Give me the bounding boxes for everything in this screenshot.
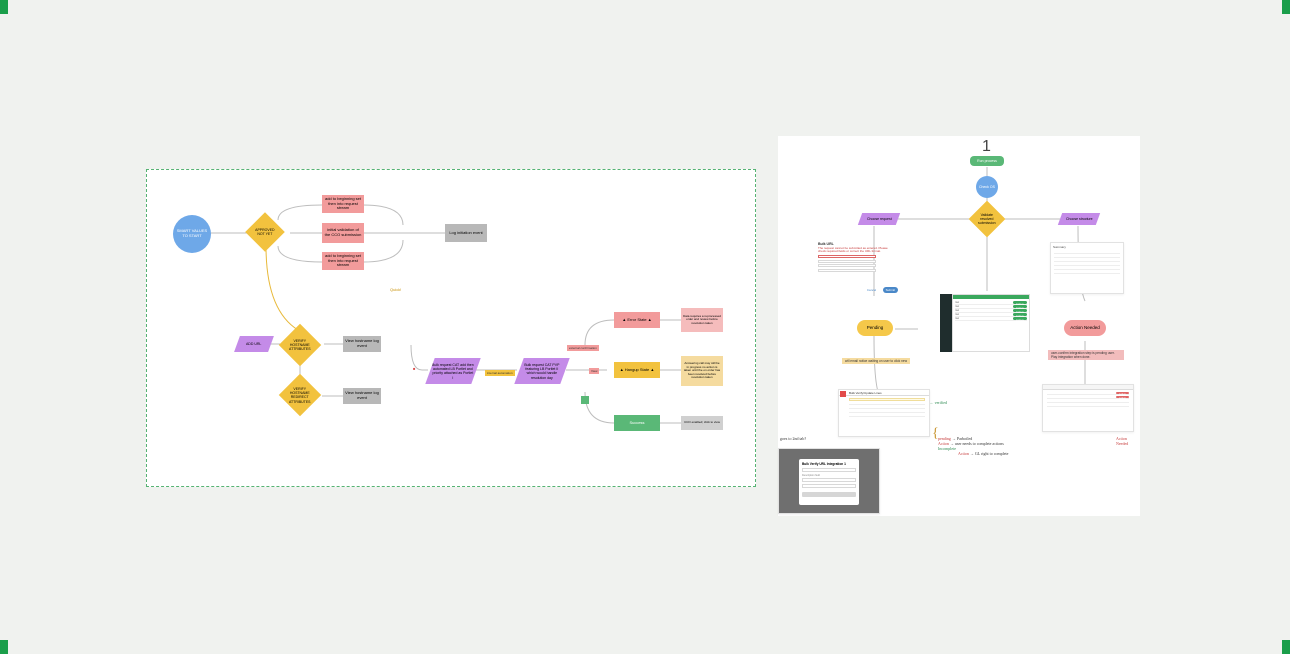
hand-goes-to: goes to 2nd tab? bbox=[780, 436, 806, 441]
process-pink-2[interactable]: initial validation of the CCO submission bbox=[322, 223, 364, 243]
form-field-2 bbox=[818, 260, 876, 263]
check-os[interactable]: Check OS bbox=[976, 176, 998, 198]
form-field-4 bbox=[818, 269, 876, 272]
state-pending[interactable]: Pending bbox=[857, 320, 893, 336]
process-grey-mid2[interactable]: View hostname log event bbox=[343, 388, 381, 404]
state-success[interactable]: Success bbox=[614, 415, 660, 431]
run-process[interactable]: Run process bbox=[970, 156, 1004, 166]
form-screenshot-left: Bulk URL The request cannot be submitted… bbox=[818, 242, 908, 300]
table-screenshot-center: rowActive rowActive rowActive rowActive … bbox=[952, 294, 1030, 352]
io-sendcat-1[interactable]: Bulk request CAT add then automated LB P… bbox=[425, 358, 480, 384]
decision-hostname[interactable]: VERIFY HOSTNAME ATTRIBUTES bbox=[279, 324, 321, 366]
page-accent-tr bbox=[1282, 0, 1290, 14]
table-screenshot-lowerright: Action Action bbox=[1042, 384, 1134, 432]
hand-action-def: → user needs to complete actions bbox=[950, 441, 1004, 446]
form-error-text: The request cannot be submitted as enter… bbox=[818, 247, 888, 254]
io-choose-right[interactable]: Choose structure bbox=[1058, 213, 1100, 225]
list-screenshot-right: Summary bbox=[1050, 242, 1124, 294]
note-hangup: Answering call may still be in progress … bbox=[681, 356, 723, 386]
process-grey-top[interactable]: Log initiation event bbox=[445, 224, 487, 242]
hand-action2-def: → GL right to complete bbox=[970, 451, 1009, 456]
io-sendcat-2[interactable]: Bulk request CAT PVP featuring LB Portle… bbox=[514, 358, 569, 384]
page-accent-tl bbox=[0, 0, 8, 14]
flowchart-left[interactable]: SMART VALUES TO START APPROVED NOT YET a… bbox=[146, 169, 756, 487]
form-title: Bulk URL bbox=[818, 242, 908, 246]
yellow-inline-note: will email notice waiting on user to cli… bbox=[842, 358, 910, 364]
flowchart-right[interactable]: 1 Run process Check OS Choose request Va… bbox=[778, 136, 1140, 516]
edge-label-quick: Quick! bbox=[390, 287, 401, 292]
io-add-url[interactable]: ADD URL bbox=[234, 336, 274, 352]
decision-approved-label: APPROVED NOT YET bbox=[253, 228, 277, 236]
decision-redirect[interactable]: VERIFY HOSTNAME REDIRECT ATTRIBUTES bbox=[279, 374, 321, 416]
table-screenshot-lowerleft: Bulk Verify/Update Lines ← verified bbox=[838, 389, 930, 437]
table-sidebar bbox=[940, 294, 952, 352]
hand-bracket: { bbox=[932, 426, 939, 441]
start-node[interactable]: SMART VALUES TO START bbox=[173, 215, 211, 253]
state-action-needed[interactable]: Action Needed bbox=[1064, 320, 1106, 336]
hand-inc-label: Incomplete bbox=[938, 446, 956, 451]
modal-title: Bulk Verify URL Integration 1 bbox=[802, 462, 856, 466]
io-choose-left[interactable]: Choose request bbox=[858, 213, 900, 225]
start-label: SMART VALUES TO START bbox=[175, 229, 209, 239]
small-green-box bbox=[581, 396, 589, 404]
decision-approved[interactable]: APPROVED NOT YET bbox=[245, 212, 285, 252]
note-success: CCO enabled; click to view bbox=[681, 416, 723, 430]
page-accent-br bbox=[1282, 640, 1290, 654]
state-hangup[interactable]: ▲ Hangup State ▲ bbox=[614, 362, 660, 378]
small-label-view: View bbox=[589, 368, 599, 374]
note-error: Data requires a reprocessed order and re… bbox=[681, 308, 723, 332]
hand-actionneeded: Action Needed bbox=[1116, 436, 1140, 446]
form-field-3 bbox=[818, 264, 876, 267]
section-number: 1 bbox=[982, 138, 991, 156]
small-label-int: internal automation bbox=[485, 370, 515, 376]
pink-inline-note: user-confirm integration step is pending… bbox=[1048, 350, 1124, 360]
form-field-1 bbox=[818, 255, 876, 258]
hand-action2-label: Action bbox=[958, 451, 969, 456]
form-cancel-link: Cancel bbox=[867, 288, 876, 292]
form-submit-btn: Submit bbox=[883, 287, 898, 293]
small-label-ext: external confirmation bbox=[567, 345, 599, 351]
modal-screenshot: Bulk Verify URL Integration 1 Descriptio… bbox=[778, 448, 880, 514]
decision-validate[interactable]: Validate resolved submission bbox=[969, 201, 1006, 238]
warn-icon: ■ bbox=[413, 366, 415, 371]
process-pink-3[interactable]: add to beginning set then into request s… bbox=[322, 252, 364, 270]
process-grey-mid1[interactable]: View hostname log event bbox=[343, 336, 381, 352]
hand-legend: { pending → Parboiled Action → user need… bbox=[938, 420, 1048, 456]
page-accent-bl bbox=[0, 640, 8, 654]
process-pink-1[interactable]: add to beginning set then into request s… bbox=[322, 195, 364, 213]
state-error[interactable]: ▲ Error State ▲ bbox=[614, 312, 660, 328]
